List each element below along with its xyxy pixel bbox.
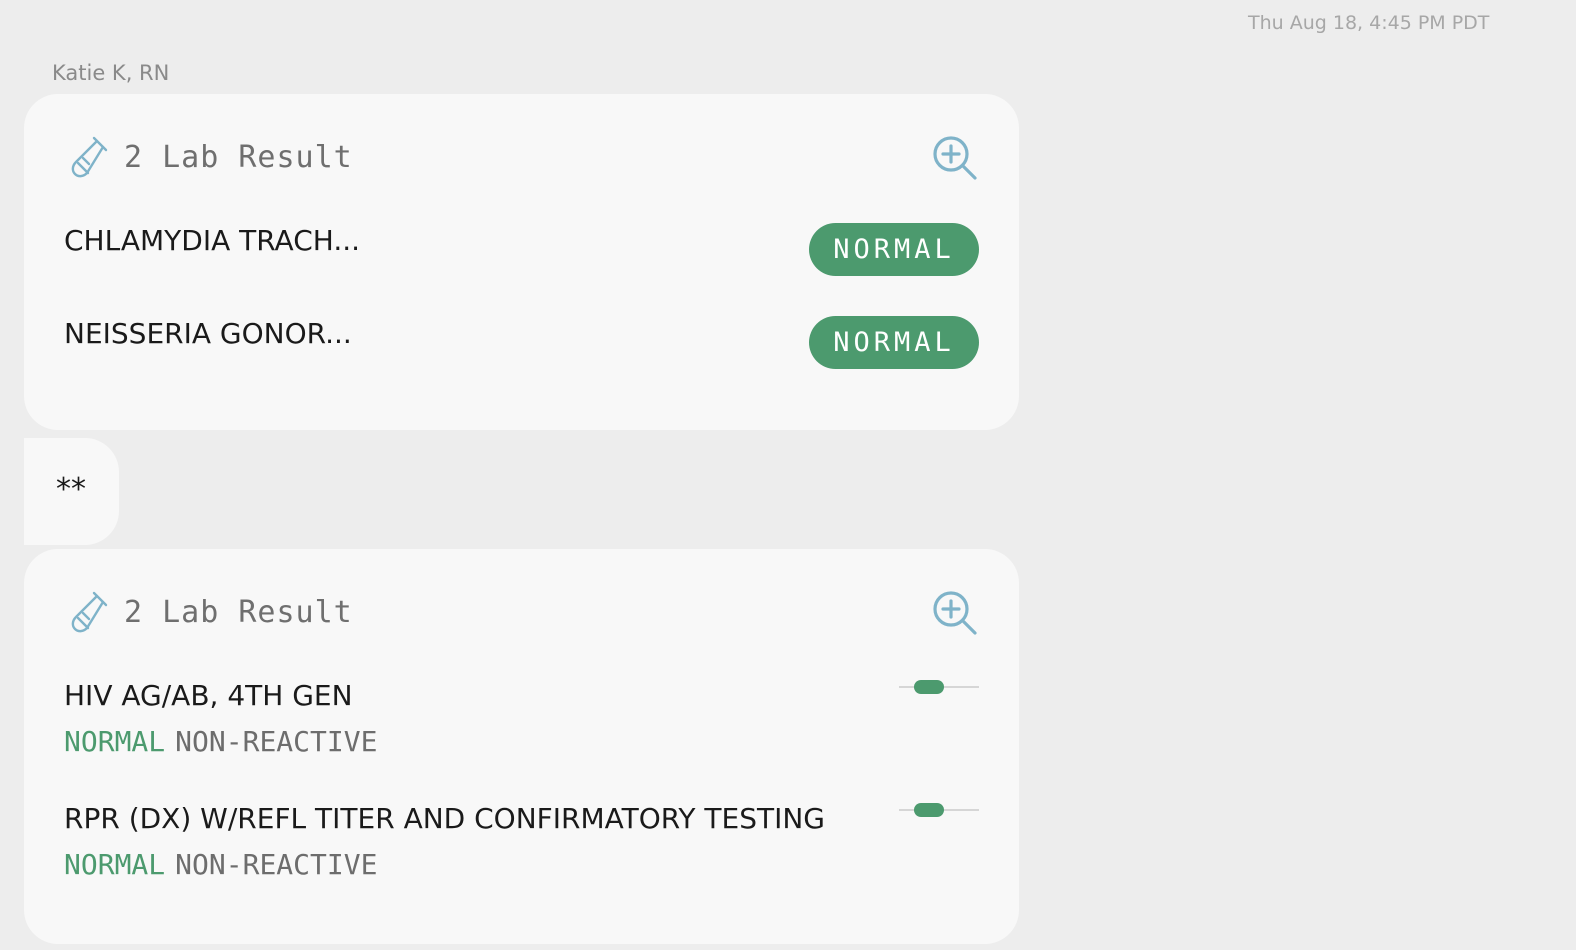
lab-result-name[interactable]: CHLAMYDIA TRACH... <box>64 224 360 257</box>
card-title: 2 Lab Result <box>124 139 353 175</box>
test-tube-icon <box>64 589 110 635</box>
status-value: NON-REACTIVE <box>175 725 378 758</box>
lab-result-status: NORMAL NON-REACTIVE <box>64 725 377 758</box>
card-header: 2 Lab Result <box>64 589 353 635</box>
normal-badge: NORMAL <box>809 316 979 369</box>
zoom-in-icon <box>933 136 977 180</box>
sender-name: Katie K, RN <box>52 61 170 85</box>
lab-result-status: NORMAL NON-REACTIVE <box>64 848 377 881</box>
normal-badge: NORMAL <box>809 223 979 276</box>
lab-result-name[interactable]: RPR (DX) W/REFL TITER AND CONFIRMATORY T… <box>64 802 825 835</box>
reference-range-marker <box>913 680 944 694</box>
reference-range-marker <box>913 803 944 817</box>
zoom-in-button[interactable] <box>931 589 981 639</box>
reference-range-track <box>899 803 979 817</box>
lab-result-name[interactable]: NEISSERIA GONOR... <box>64 317 352 350</box>
reference-range-track <box>899 680 979 694</box>
status-normal-label: NORMAL <box>64 848 166 881</box>
zoom-in-button[interactable] <box>931 134 981 184</box>
status-normal-label: NORMAL <box>64 725 166 758</box>
lab-result-card[interactable]: 2 Lab Result HIV AG/AB, 4TH GEN NORMAL NO… <box>24 549 1019 944</box>
note-bubble: ** <box>24 438 119 545</box>
message-timestamp: Thu Aug 18, 4:45 PM PDT <box>1248 12 1490 34</box>
lab-result-card[interactable]: 2 Lab Result CHLAMYDIA TRACH... NORMAL N… <box>24 94 1019 430</box>
note-text: ** <box>56 472 86 507</box>
card-header: 2 Lab Result <box>64 134 353 180</box>
status-value: NON-REACTIVE <box>175 848 378 881</box>
test-tube-icon <box>64 134 110 180</box>
zoom-in-icon <box>933 591 977 635</box>
lab-result-name[interactable]: HIV AG/AB, 4TH GEN <box>64 679 353 712</box>
card-title: 2 Lab Result <box>124 594 353 630</box>
